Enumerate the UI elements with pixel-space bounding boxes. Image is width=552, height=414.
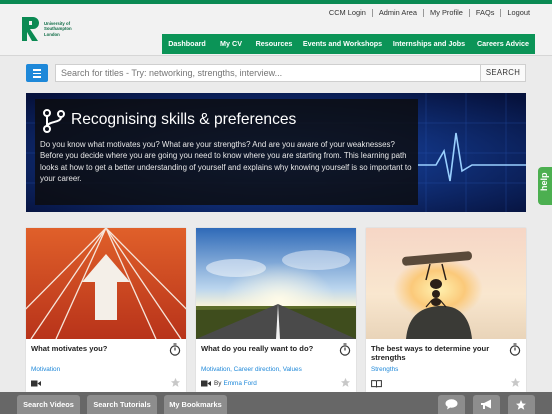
ccm-login-link[interactable]: CCM Login — [323, 9, 372, 17]
my-profile-link[interactable]: My Profile — [423, 9, 469, 17]
search-tutorials-button[interactable]: Search Tutorials — [87, 395, 157, 414]
resource-card[interactable]: What do you really want to do? Motivatio… — [196, 228, 356, 392]
card-title[interactable]: What do you really want to do? — [201, 344, 333, 353]
author-link[interactable]: Emma Ford — [223, 380, 256, 387]
main-nav: Dashboard My CV Resources Events and Wor… — [162, 34, 535, 54]
chat-button[interactable] — [438, 395, 465, 414]
nav-resources[interactable]: Resources — [250, 34, 298, 54]
bottom-toolbar: Search Videos Search Tutorials My Bookma… — [0, 392, 552, 414]
logo-line: Southampton — [44, 26, 72, 32]
video-icon — [31, 380, 41, 387]
my-bookmarks-button[interactable]: My Bookmarks — [164, 395, 227, 414]
megaphone-icon — [481, 399, 491, 409]
logo-line: London — [44, 31, 60, 37]
hero-banner: Recognising skills & preferences Do you … — [26, 93, 526, 212]
author-prefix: By — [214, 380, 222, 387]
resource-card[interactable]: The best ways to determine your strength… — [366, 228, 526, 392]
hero-title: Recognising skills & preferences — [71, 111, 297, 128]
star-icon — [516, 400, 526, 410]
university-logo[interactable]: University of Southampton London — [22, 17, 72, 41]
favourites-button[interactable] — [508, 395, 535, 414]
site-header: University of Southampton London CCM Log… — [0, 4, 552, 56]
nav-careers-advice[interactable]: Careers Advice — [471, 34, 535, 54]
top-links: CCM Login Admin Area My Profile FAQs Log… — [323, 9, 536, 17]
help-tab[interactable]: help — [538, 167, 552, 205]
resource-card[interactable]: What motivates you? Motivation — [26, 228, 186, 392]
branch-icon — [43, 109, 65, 133]
logout-link[interactable]: Logout — [500, 9, 536, 17]
announcements-button[interactable] — [473, 395, 500, 414]
search-row: SEARCH — [26, 64, 526, 82]
hero-text-panel: Recognising skills & preferences Do you … — [35, 99, 418, 205]
faqs-link[interactable]: FAQs — [468, 9, 500, 17]
nav-dashboard[interactable]: Dashboard — [162, 34, 212, 54]
card-image-running-track — [26, 228, 186, 339]
card-categories[interactable]: Motivation — [31, 366, 60, 373]
nav-events-workshops[interactable]: Events and Workshops — [298, 34, 387, 54]
timer-icon — [339, 343, 351, 356]
hero-description: Do you know what motivates you? What are… — [40, 140, 412, 183]
timer-icon — [509, 343, 521, 356]
timer-icon — [169, 343, 181, 356]
card-image-road-horizon — [196, 228, 356, 339]
help-label: help — [539, 172, 549, 191]
card-image-ant-lifting — [366, 228, 526, 339]
card-categories[interactable]: Motivation, Career direction, Values — [201, 366, 302, 373]
nav-internships-jobs[interactable]: Internships and Jobs — [387, 34, 471, 54]
card-title[interactable]: The best ways to determine your strength… — [371, 344, 503, 362]
bookmark-star-icon[interactable] — [170, 377, 181, 388]
admin-area-link[interactable]: Admin Area — [371, 9, 423, 17]
card-categories[interactable]: Strengths — [371, 366, 398, 373]
search-button[interactable]: SEARCH — [480, 64, 526, 82]
bookmark-star-icon[interactable] — [340, 377, 351, 388]
video-icon — [201, 380, 211, 387]
chat-icon — [445, 399, 458, 410]
search-videos-button[interactable]: Search Videos — [17, 395, 80, 414]
card-title[interactable]: What motivates you? — [31, 344, 163, 353]
book-icon — [371, 380, 382, 388]
logo-mark-icon — [22, 17, 39, 41]
bookmark-star-icon[interactable] — [510, 377, 521, 388]
search-input[interactable] — [55, 64, 503, 82]
nav-my-cv[interactable]: My CV — [212, 34, 250, 54]
menu-button[interactable] — [26, 64, 48, 82]
